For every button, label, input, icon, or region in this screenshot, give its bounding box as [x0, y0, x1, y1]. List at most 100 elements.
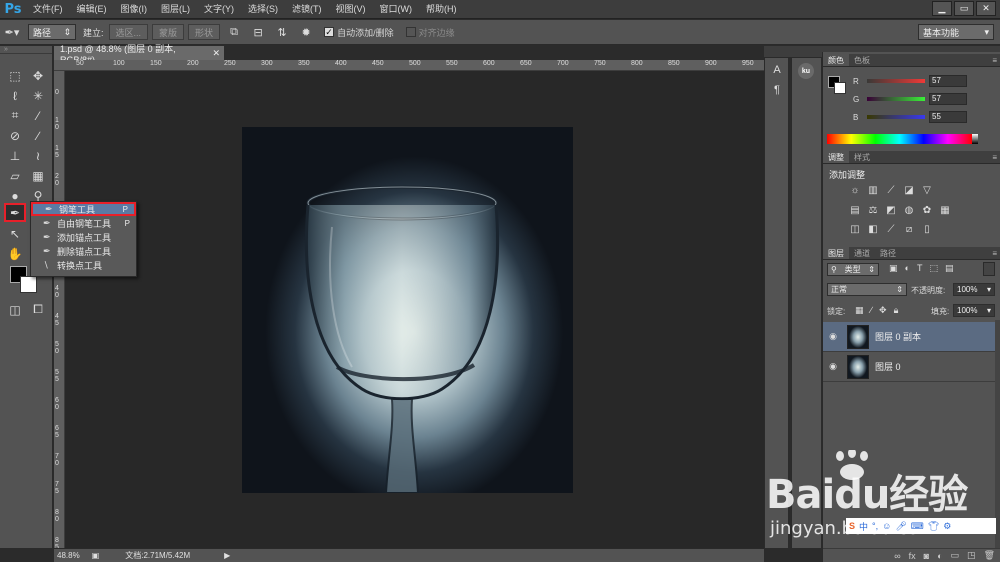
tab-layers[interactable]: 图层	[823, 247, 849, 259]
document-tab[interactable]: 1.psd @ 48.8% (图层 0 副本, RGB/8#) ✕	[54, 44, 224, 65]
brush-tool-icon[interactable]: ∕	[27, 126, 49, 145]
eyedropper-tool-icon[interactable]: ⁄	[27, 106, 49, 125]
menu-item[interactable]: 选择(S)	[241, 0, 285, 19]
red-slider-track[interactable]	[867, 79, 925, 83]
layers-scrollbar[interactable]	[995, 320, 1000, 548]
black-white-icon[interactable]: ◩	[885, 205, 897, 217]
layer-name[interactable]: 图层 0 副本	[875, 330, 921, 343]
layer-row[interactable]: ◉ 图层 0 副本	[823, 322, 995, 352]
paragraph-panel-icon[interactable]: ¶	[767, 84, 787, 96]
delete-layer-icon[interactable]: 🗑︎	[984, 550, 995, 561]
character-panel-icon[interactable]: A	[767, 64, 787, 76]
exposure-icon[interactable]: ◪	[903, 185, 915, 197]
menu-item[interactable]: 编辑(E)	[70, 0, 114, 19]
clone-stamp-tool-icon[interactable]: ⊥	[4, 146, 26, 165]
invert-icon[interactable]: ◫	[849, 224, 861, 236]
menu-item[interactable]: 滤镜(T)	[285, 0, 329, 19]
lasso-tool-icon[interactable]: ℓ	[4, 86, 26, 105]
lock-all-icon[interactable]: 🔒︎	[894, 305, 899, 316]
color-spectrum-bar[interactable]	[827, 134, 978, 144]
flyout-item-freeform-pen-tool[interactable]: ✒ 自由钢笔工具 P	[31, 216, 136, 230]
menu-item[interactable]: 帮助(H)	[419, 0, 464, 19]
workspace-select[interactable]: 基本功能 ▾	[918, 24, 994, 40]
posterize-icon[interactable]: ◧	[867, 224, 879, 236]
eye-icon[interactable]: ◉	[823, 331, 843, 342]
red-value-field[interactable]: 57	[929, 75, 967, 87]
make-selection-button[interactable]: 选区...	[108, 24, 149, 40]
quick-mask-icon[interactable]: ◫	[4, 300, 26, 319]
layer-name[interactable]: 图层 0	[875, 360, 901, 373]
tab-styles[interactable]: 样式	[849, 151, 875, 163]
slider-red[interactable]: R 57	[853, 74, 999, 88]
toolbox-grip[interactable]: »	[0, 46, 52, 54]
tab-channels[interactable]: 通道	[849, 247, 875, 259]
menu-item[interactable]: 窗口(W)	[373, 0, 420, 19]
blue-value-field[interactable]: 55	[929, 111, 967, 123]
curves-icon[interactable]: ⟋	[885, 185, 897, 197]
flyout-item-convert-point-tool[interactable]: ∖ 转换点工具	[31, 258, 136, 272]
panel-menu-icon[interactable]: ≡	[992, 153, 997, 162]
flyout-item-delete-anchor-tool[interactable]: ✒ 删除锚点工具	[31, 244, 136, 258]
filter-toggle-icon[interactable]	[983, 262, 995, 276]
path-operations-icon[interactable]: ⧉	[222, 22, 246, 42]
move-tool-icon[interactable]: ✥	[27, 66, 49, 85]
channel-mixer-icon[interactable]: ✿	[921, 205, 933, 217]
eye-icon[interactable]: ◉	[823, 361, 843, 372]
blue-slider-track[interactable]	[867, 115, 925, 119]
maximize-button[interactable]: ▭	[954, 1, 974, 16]
zoom-level[interactable]: 48.8%	[57, 551, 80, 560]
selective-color-icon[interactable]: ⧄	[903, 224, 915, 236]
opacity-field[interactable]: 100% ▾	[953, 283, 995, 296]
new-layer-icon[interactable]: ◳	[967, 550, 976, 561]
lock-position-icon[interactable]: ✥	[879, 305, 887, 316]
kuler-icon[interactable]: ku	[798, 63, 814, 79]
close-tab-icon[interactable]: ✕	[212, 48, 220, 59]
blend-mode-select[interactable]: 正常 ⇕	[827, 283, 907, 296]
lock-transparency-icon[interactable]: ▦	[855, 305, 864, 316]
pen-tool-icon[interactable]: ✒	[4, 203, 26, 222]
filter-shape-icon[interactable]: ⬚	[929, 263, 938, 274]
levels-icon[interactable]: ▥	[867, 185, 879, 197]
layer-row[interactable]: ◉ 图层 0	[823, 352, 995, 382]
path-alignment-icon[interactable]: ⊟	[246, 22, 270, 42]
document-image[interactable]	[242, 127, 573, 493]
slider-blue[interactable]: B 55	[853, 110, 999, 124]
layer-style-icon[interactable]: fx	[909, 551, 916, 561]
align-edges-checkbox[interactable]: 对齐边缘	[405, 26, 455, 39]
slider-green[interactable]: G 57	[853, 92, 999, 106]
marquee-tool-icon[interactable]: ⬚	[4, 66, 26, 85]
menu-item[interactable]: 文件(F)	[26, 0, 70, 19]
filter-pixel-icon[interactable]: ▣	[889, 263, 898, 274]
close-button[interactable]: ✕	[976, 1, 996, 16]
panel-menu-icon[interactable]: ≡	[992, 249, 997, 258]
add-mask-icon[interactable]: ◙	[924, 551, 929, 561]
filter-smart-object-icon[interactable]: ▤	[945, 263, 954, 274]
tool-preset-pen-icon[interactable]: ✒▾	[0, 22, 24, 42]
menu-item[interactable]: 图像(I)	[114, 0, 155, 19]
hue-saturation-icon[interactable]: ▤	[849, 205, 861, 217]
make-mask-button[interactable]: 蒙版	[152, 24, 185, 40]
green-value-field[interactable]: 57	[929, 93, 967, 105]
new-adjustment-icon[interactable]: ◐	[937, 551, 942, 561]
color-panel-background-swatch[interactable]	[834, 82, 846, 94]
healing-brush-tool-icon[interactable]: ⊘	[4, 126, 26, 145]
background-color-swatch[interactable]	[20, 276, 37, 293]
gradient-map-icon[interactable]: ▯	[921, 224, 933, 236]
hand-tool-icon[interactable]: ✋	[4, 244, 26, 263]
menu-item[interactable]: 文字(Y)	[197, 0, 241, 19]
path-selection-tool-icon[interactable]: ↖	[4, 224, 26, 243]
history-brush-tool-icon[interactable]: ≀	[27, 146, 49, 165]
layer-filter-select[interactable]: ⚲ 类型 ⇕	[827, 263, 879, 276]
flyout-item-add-anchor-tool[interactable]: ✒ 添加锚点工具	[31, 230, 136, 244]
fill-field[interactable]: 100% ▾	[953, 304, 995, 317]
tab-color[interactable]: 颜色	[823, 54, 849, 66]
panel-menu-icon[interactable]: ≡	[992, 56, 997, 65]
path-arrangement-icon[interactable]: ⇅	[270, 22, 294, 42]
canvas-area[interactable]	[65, 71, 764, 548]
lock-pixels-icon[interactable]: ∕	[871, 305, 873, 316]
green-slider-track[interactable]	[867, 97, 925, 101]
make-shape-button[interactable]: 形状	[188, 24, 221, 40]
ruler-horizontal[interactable]: 50 100 150 200 250 300 350 400 450 500 550 600 650 70…	[54, 60, 764, 71]
tab-paths[interactable]: 路径	[875, 247, 901, 259]
minimize-button[interactable]: ▁	[932, 1, 952, 16]
